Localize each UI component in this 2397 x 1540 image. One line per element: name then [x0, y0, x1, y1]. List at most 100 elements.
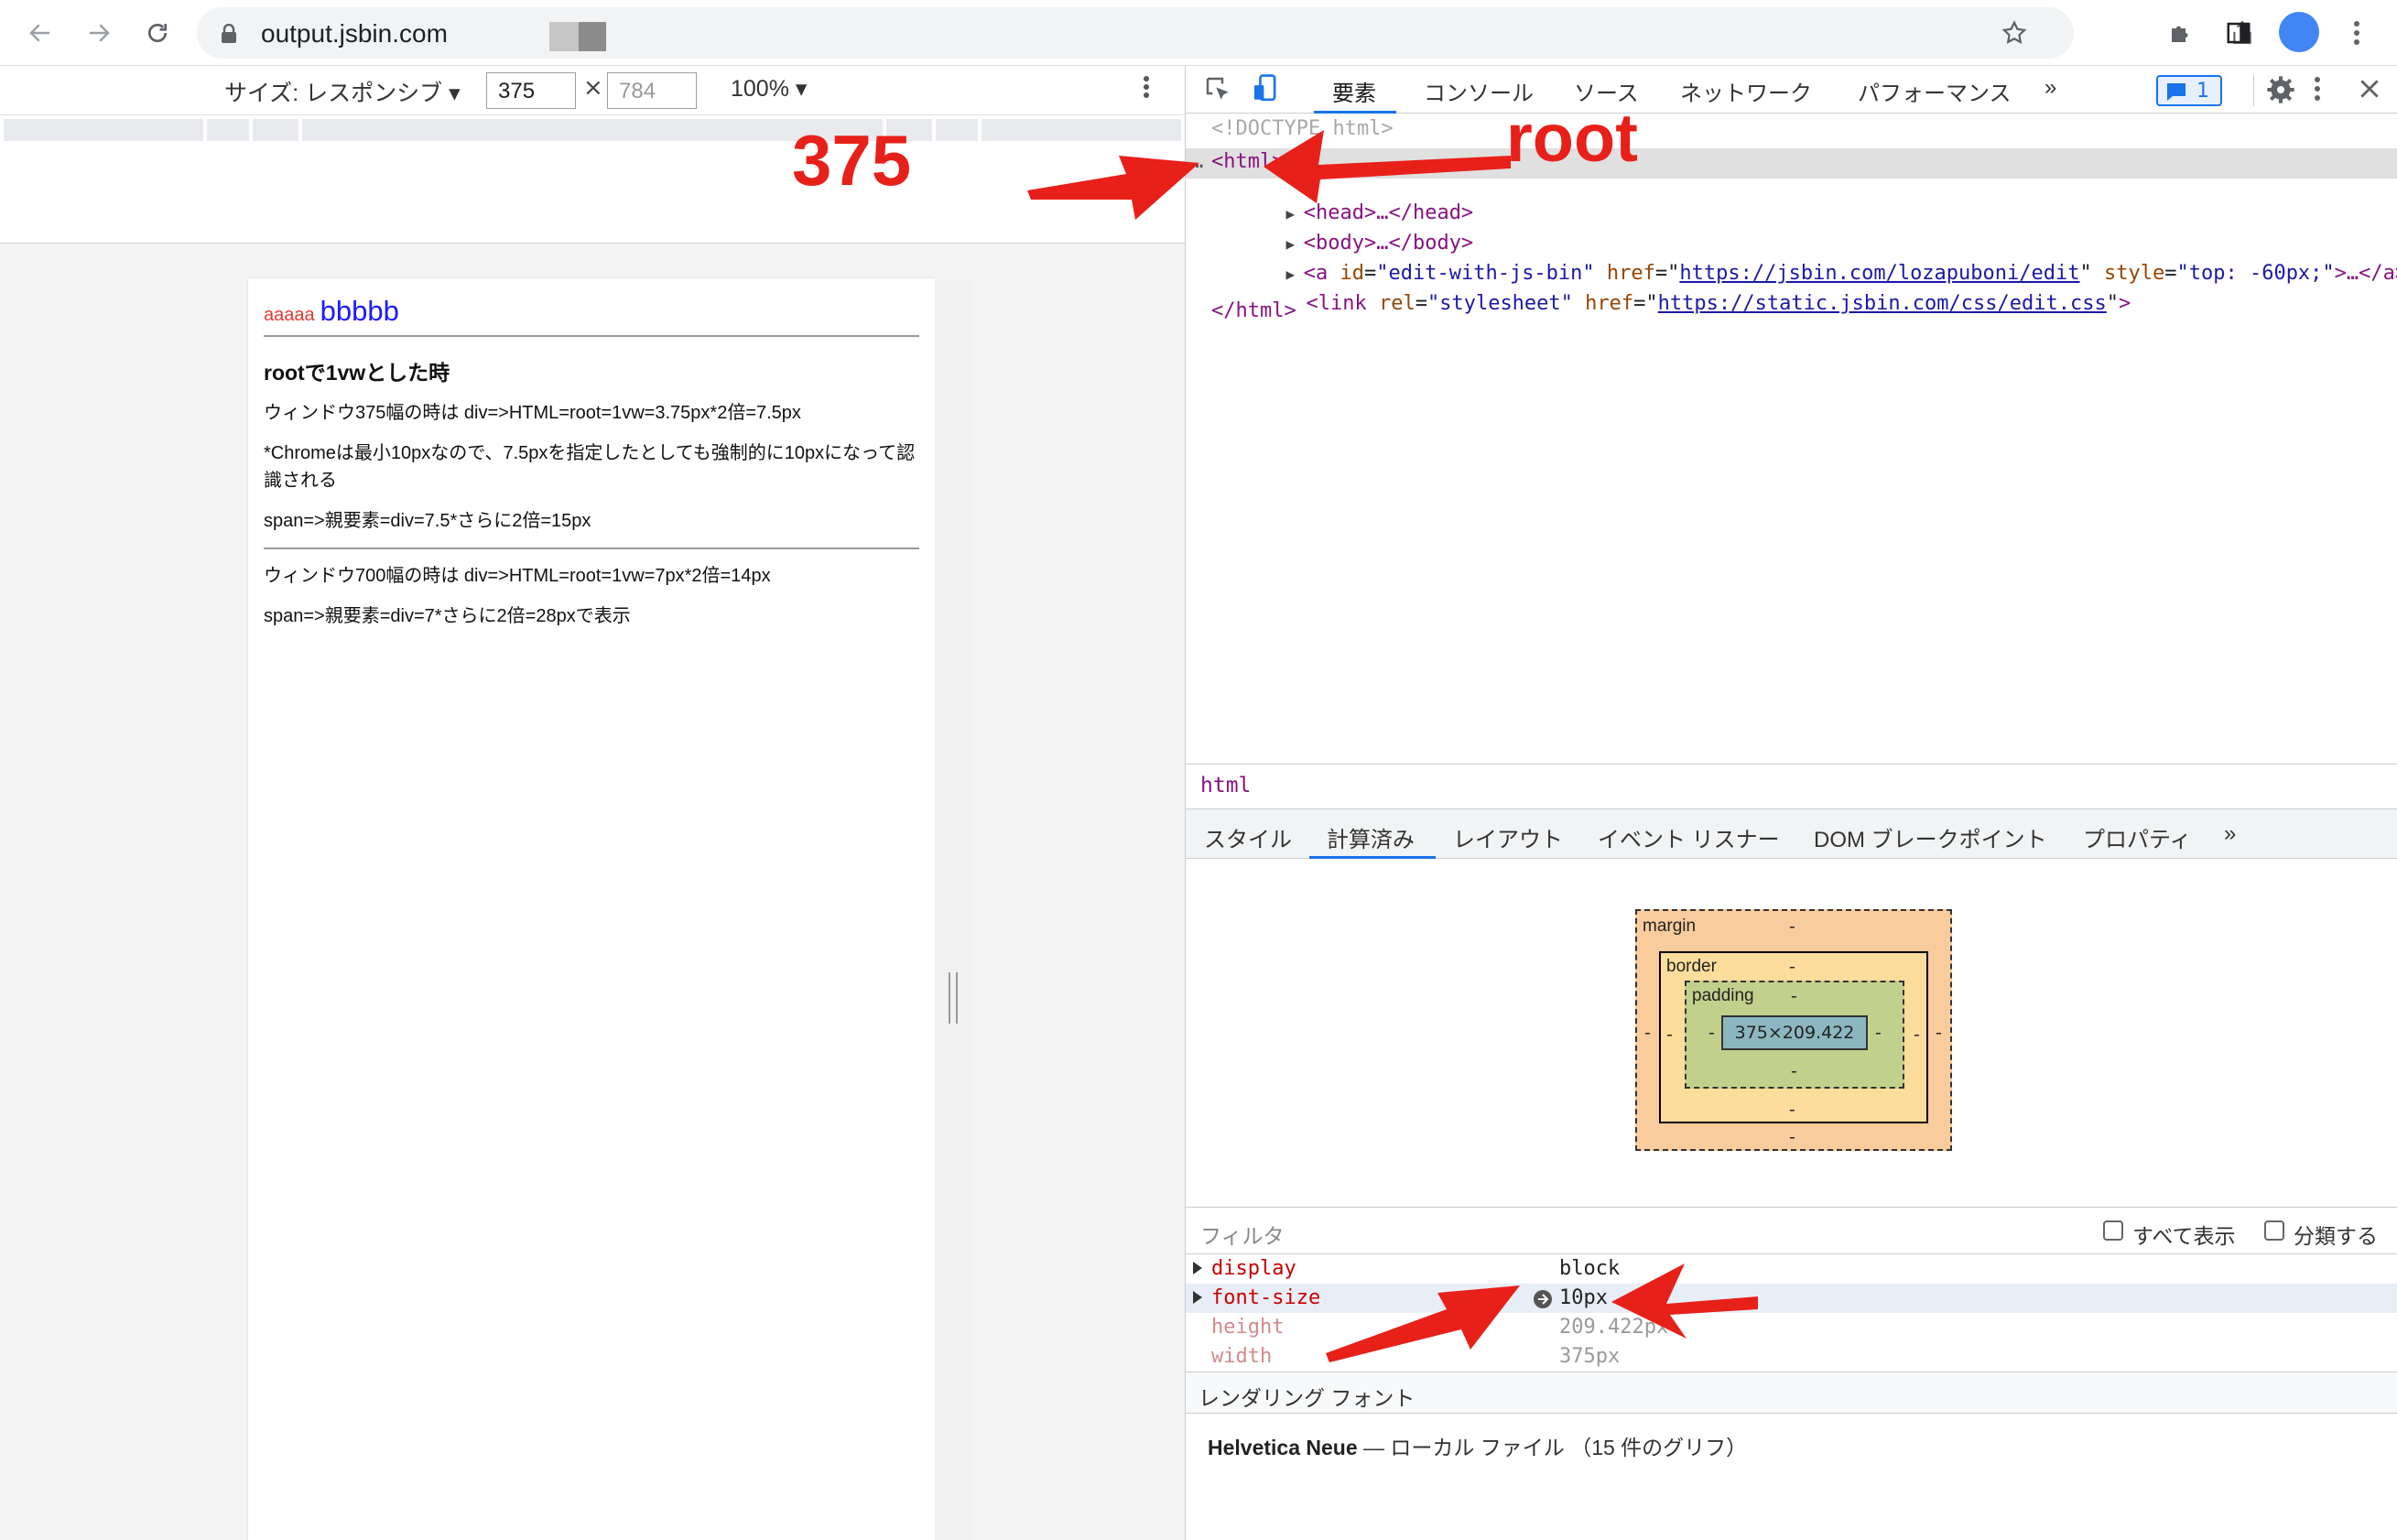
dom-node-html-close[interactable]: </html> [1211, 299, 1296, 322]
tab-layout[interactable]: レイアウト [1453, 821, 1563, 853]
box-model-border[interactable]: border - - - - padding - - - - 375×209.4… [1659, 951, 1928, 1123]
padding-right-value: - [1875, 1023, 1882, 1043]
close-icon [2360, 80, 2379, 98]
box-model-diagram: margin - - - - border - - - - padding - … [1186, 859, 2397, 1207]
dom-node-doctype[interactable]: <!DOCTYPE html> [1211, 117, 1394, 140]
computed-property-row[interactable]: font-size 10px [1186, 1284, 2397, 1313]
tab-styles[interactable]: スタイル [1204, 821, 1292, 853]
viewport-width-input[interactable]: 375 [486, 72, 576, 109]
margin-top-value: - [1789, 916, 1795, 937]
more-tabs-button[interactable]: » [2044, 75, 2056, 101]
dom-tag-text: > [2118, 292, 2131, 315]
gear-icon [2267, 76, 2294, 103]
dom-node-html-selected[interactable]: … <html> [1186, 148, 2397, 179]
media-query-segment[interactable] [982, 119, 1181, 141]
media-query-segment[interactable] [4, 119, 203, 141]
property-value: 10px [1559, 1286, 1608, 1309]
extensions-button[interactable] [2161, 13, 2201, 53]
device-toggle-button[interactable] [1252, 73, 1281, 108]
media-query-segment[interactable] [253, 119, 298, 141]
page-content: aaaaa bbbbb rootで1vwとした時 ウィンドウ375幅の時は di… [264, 295, 919, 630]
redacted-block [579, 22, 606, 51]
margin-bottom-value: - [1789, 1127, 1795, 1147]
devtools-panel: 要素 コンソール ソース ネットワーク パフォーマンス » 1 <!DOCTYP… [1185, 66, 2397, 1540]
dom-attr-link[interactable]: https://static.jsbin.com/css/edit.css [1658, 292, 2107, 315]
zoom-dropdown[interactable]: 100% ▾ [731, 75, 807, 103]
puzzle-icon [2172, 26, 2188, 42]
expand-triangle-icon[interactable] [1191, 1260, 1204, 1276]
computed-property-row[interactable]: display block [1186, 1254, 2397, 1284]
media-query-segment[interactable] [207, 119, 249, 141]
profile-avatar[interactable] [2279, 12, 2319, 52]
box-model-margin[interactable]: margin - - - - border - - - - padding - … [1635, 909, 1952, 1151]
viewport-height-input[interactable]: 784 [607, 72, 697, 109]
viewport-right-gutter [935, 278, 971, 1540]
padding-top-value: - [1791, 986, 1797, 1006]
breadcrumb-html[interactable]: html [1200, 774, 1251, 797]
tab-network[interactable]: ネットワーク [1680, 75, 1812, 107]
kebab-menu-icon [1144, 76, 1149, 98]
property-value: 209.422px [1559, 1316, 1669, 1339]
box-model-content[interactable]: 375×209.422 [1721, 1015, 1868, 1050]
close-devtools-button[interactable] [2358, 77, 2381, 104]
property-value: block [1559, 1257, 1621, 1280]
paragraph: span=>親要素=div=7.5*さらに2倍=15px [264, 511, 591, 531]
tab-dom-breakpoints[interactable]: DOM ブレークポイント [1814, 821, 2047, 853]
go-to-source-icon[interactable] [1533, 1289, 1553, 1309]
margin-label: margin [1643, 916, 1697, 936]
browser-toolbar: output.jsbin.com [0, 0, 2397, 66]
font-name: Helvetica Neue [1208, 1436, 1358, 1459]
star-icon [2001, 20, 2027, 44]
tab-event-listeners[interactable]: イベント リスナー [1598, 821, 1780, 853]
property-name: height [1211, 1316, 1285, 1339]
computed-property-row[interactable]: height 209.422px [1186, 1313, 2397, 1342]
settings-button[interactable] [2266, 75, 2295, 108]
tab-computed[interactable]: 計算済み [1327, 821, 1415, 853]
dimension-separator: × [583, 74, 603, 102]
property-name: font-size [1211, 1286, 1321, 1309]
paragraph: ウィンドウ375幅の時は div=>HTML=root=1vw=3.75px*2… [264, 403, 801, 423]
show-all-checkbox[interactable] [2103, 1220, 2123, 1241]
devtools-menu-button[interactable] [2314, 75, 2321, 106]
rendered-fonts-heading: レンダリング フォント [1198, 1386, 1415, 1410]
box-model-padding[interactable]: padding - - - - 375×209.422 [1685, 981, 1904, 1089]
margin-left-value: - [1644, 1023, 1651, 1043]
device-emulation-pane: サイズ: レスポンシブ ▾ 375 × 784 100% ▾ aaaaa bbb… [0, 66, 1185, 1540]
dom-node-link[interactable]: <link rel="stylesheet" href="https://sta… [1233, 269, 2131, 338]
group-checkbox[interactable] [2264, 1220, 2284, 1241]
device-size-dropdown[interactable]: サイズ: レスポンシブ ▾ [224, 75, 461, 108]
dom-tag-text: >…</a> [2334, 262, 2397, 285]
issues-count: 1 [2196, 80, 2209, 103]
media-query-segment[interactable] [936, 119, 978, 141]
dom-node-ellipsis: … [1191, 150, 1204, 173]
side-panel-button[interactable] [2218, 13, 2259, 53]
device-toolbar: サイズ: レスポンシブ ▾ 375 × 784 100% ▾ [0, 66, 1185, 115]
title-small-span: aaaaa [264, 305, 315, 325]
filter-input[interactable]: フィルタ [1200, 1219, 1285, 1250]
inspect-element-button[interactable] [1204, 75, 1233, 108]
expand-triangle-icon[interactable] [1191, 1289, 1204, 1306]
tab-properties[interactable]: プロパティ [2083, 821, 2192, 853]
media-query-bar[interactable] [0, 115, 1185, 145]
message-icon [2167, 83, 2186, 101]
tab-elements[interactable]: 要素 [1332, 75, 1376, 107]
reload-button[interactable] [136, 11, 179, 55]
more-subtabs-button[interactable]: » [2224, 821, 2236, 847]
lock-icon [222, 24, 236, 43]
tab-performance[interactable]: パフォーマンス [1858, 75, 2012, 107]
issues-badge[interactable]: 1 [2156, 75, 2222, 106]
address-bar[interactable]: output.jsbin.com [197, 7, 2251, 59]
border-left-value: - [1666, 1025, 1673, 1045]
divider [264, 335, 919, 337]
inspect-cursor-icon [1206, 77, 1229, 100]
divider [264, 548, 919, 549]
computed-filter-bar: フィルタ すべて表示 分類する [1186, 1207, 2397, 1254]
chrome-menu-button[interactable] [2337, 13, 2377, 53]
device-toolbar-menu-button[interactable] [1143, 73, 1150, 104]
viewport-resize-handle[interactable] [949, 972, 958, 1024]
forward-button[interactable] [77, 11, 121, 55]
kebab-menu-icon [2315, 77, 2320, 101]
back-button[interactable] [18, 11, 62, 55]
computed-property-row[interactable]: width 375px [1186, 1342, 2397, 1372]
bookmark-star-button[interactable] [1994, 13, 2034, 53]
